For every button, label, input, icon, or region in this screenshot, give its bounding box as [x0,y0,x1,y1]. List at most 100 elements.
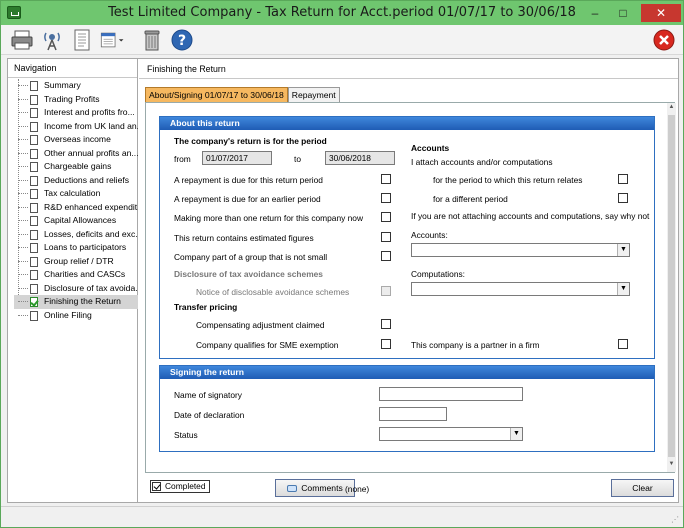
multiple-returns-checkbox[interactable] [381,212,391,222]
nav-item[interactable]: R&D enhanced expendit... [14,201,138,215]
page-icon [30,121,38,132]
disclosure-notice-checkbox [381,286,391,296]
nav-item[interactable]: Deductions and reliefs [14,174,138,188]
nav-item-label: Trading Profits [44,93,100,104]
document-icon[interactable] [69,28,95,52]
from-label: from [174,154,191,164]
page-icon [30,243,38,253]
partner-in-firm-checkbox[interactable] [618,339,628,349]
compensating-adjustment-checkbox[interactable] [381,319,391,329]
accounts-this-period-checkbox[interactable] [618,174,628,184]
maximize-button[interactable]: □ [611,4,635,22]
sme-exemption-label: Company qualifies for SME exemption [196,340,339,350]
repayment-this-period-checkbox[interactable] [381,174,391,184]
repayment-earlier-period-checkbox[interactable] [381,193,391,203]
signing-group: Signing the return Name of signatory Dat… [159,365,655,452]
disclosure-heading: Disclosure of tax avoidance schemes [174,269,323,279]
completed-checkbox[interactable]: Completed [150,480,210,493]
nav-item[interactable]: Chargeable gains [14,160,138,174]
nav-item[interactable]: Income from UK land an... [14,120,138,134]
page-icon [30,135,38,145]
compensating-adjustment-label: Compensating adjustment claimed [196,320,325,330]
sme-exemption-checkbox[interactable] [381,339,391,349]
broadcast-icon[interactable] [39,28,65,52]
page-icon [30,229,38,240]
nav-item-label: R&D enhanced expendit... [44,201,138,212]
nav-item-label: Losses, deficits and exc... [44,228,138,239]
nav-item-label: Online Filing [44,309,92,320]
accounts-attach-label: I attach accounts and/or computations [411,157,553,167]
nav-item[interactable]: Other annual profits an... [14,147,138,161]
status-select[interactable]: ▼ [379,427,523,441]
checkmark-icon [152,482,161,491]
nav-item-label: Group relief / DTR [44,255,114,266]
page-icon [30,94,38,105]
page-icon [30,202,38,213]
nav-item[interactable]: Summary [14,79,138,93]
nav-item-label: Overseas income [44,134,111,144]
nav-item-label: Capital Allowances [44,215,117,225]
page-icon [30,256,38,267]
exit-icon[interactable] [651,28,677,52]
nav-item[interactable]: Capital Allowances [14,214,138,228]
nav-item[interactable]: Charities and CASCs [14,268,138,282]
to-label: to [294,154,301,164]
group-title: Signing the return [160,366,654,379]
nav-item[interactable]: Online Filing [14,309,138,323]
nav-item[interactable]: Group relief / DTR [14,255,138,269]
page-icon [30,216,38,226]
nav-item[interactable]: Loans to participators [14,241,138,255]
chevron-down-icon: ▼ [617,244,629,256]
computations-select[interactable]: ▼ [411,282,630,296]
minimize-button[interactable]: – [583,4,607,22]
resize-grip-icon[interactable]: ⋰ [671,515,679,524]
nav-item-label: Disclosure of tax avoida... [44,282,138,293]
nav-item[interactable]: Overseas income [14,133,138,147]
close-window-button[interactable]: ✕ [641,4,681,22]
scroll-thumb[interactable] [668,115,675,457]
vertical-scrollbar[interactable]: ▲ ▼ [667,103,676,472]
comments-button[interactable]: Comments [275,479,355,497]
accounts-different-period-checkbox[interactable] [618,193,628,203]
page-icon [30,189,38,199]
page-icon [30,81,38,91]
nav-item-label: Interest and profits fro... [44,107,135,117]
chevron-down-icon: ▼ [617,283,629,295]
nav-item-label: Other annual profits an... [44,147,138,158]
nav-item[interactable]: Trading Profits [14,93,138,107]
nav-item[interactable]: Finishing the Return [14,295,138,309]
chevron-down-icon: ▼ [510,428,522,440]
list-dropdown-icon[interactable] [99,28,133,52]
page-icon [30,175,38,186]
scroll-down-icon[interactable]: ▼ [667,461,676,471]
computations-label: Computations: [411,269,465,279]
help-icon[interactable]: ? [169,28,195,52]
nav-item[interactable]: Losses, deficits and exc... [14,228,138,242]
content-area: Navigation Summary Trading Profits Interes… [7,58,679,503]
accounts-select[interactable]: ▼ [411,243,630,257]
signatory-field[interactable] [379,387,523,401]
nav-item[interactable]: Disclosure of tax avoida... [14,282,138,296]
disclosure-notice-label: Notice of disclosable avoidance schemes [196,287,350,297]
svg-text:?: ? [178,33,186,49]
declaration-date-field[interactable] [379,407,447,421]
estimated-figures-checkbox[interactable] [381,232,391,242]
group-not-small-checkbox[interactable] [381,251,391,261]
period-to-field[interactable]: 30/06/2018 [325,151,395,165]
nav-item[interactable]: Tax calculation [14,187,138,201]
nav-item[interactable]: Interest and profits fro... [14,106,138,120]
declaration-date-label: Date of declaration [174,410,245,420]
period-from-field[interactable]: 01/07/2017 [202,151,272,165]
tab-repayment[interactable]: Repayment [287,87,340,102]
page-icon [30,108,38,118]
tab-about-signing[interactable]: About/Signing 01/07/17 to 30/06/18 [145,87,288,102]
partner-in-firm-label: This company is a partner in a firm [411,340,540,350]
bin-icon[interactable] [139,28,165,52]
comments-value: (none) [345,484,370,494]
clear-button[interactable]: Clear [611,479,674,497]
scroll-up-icon[interactable]: ▲ [667,104,676,114]
printer-icon[interactable] [9,28,35,52]
transfer-pricing-heading: Transfer pricing [174,302,238,312]
group-not-small-label: Company part of a group that is not smal… [174,252,328,262]
nav-item-label: Income from UK land an... [44,120,138,131]
